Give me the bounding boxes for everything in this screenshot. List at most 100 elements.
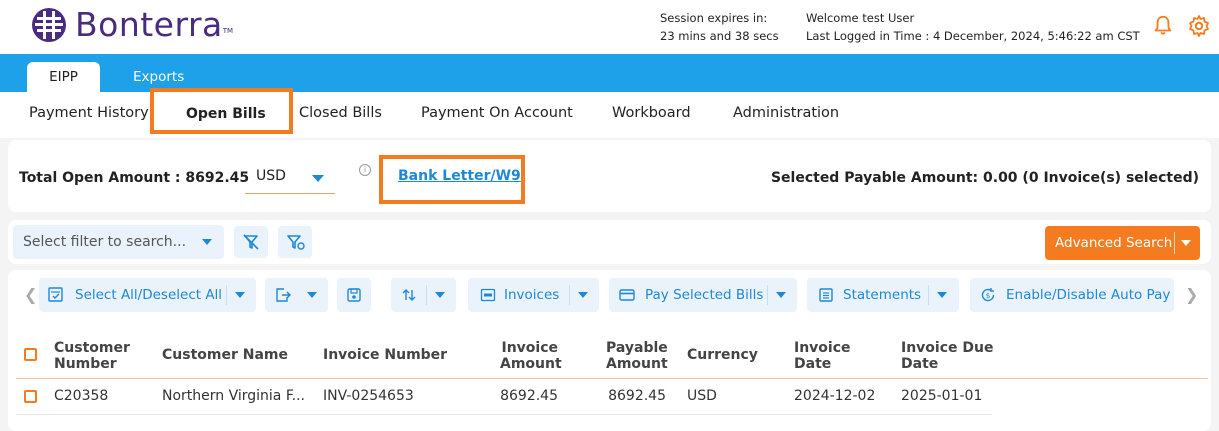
export-icon (276, 288, 291, 302)
row-checkbox[interactable] (24, 390, 37, 403)
chevron-down-icon[interactable] (235, 292, 245, 298)
summary-card: Total Open Amount : 8692.45 USD i Bank L… (8, 140, 1211, 212)
auto-pay-toggle-button[interactable]: $ Enable/Disable Auto Pay (970, 278, 1174, 312)
cell-customer-name: Northern Virginia F... (162, 388, 305, 404)
header-invoice-date-line2: Date (794, 356, 832, 372)
currency-value: USD (256, 168, 286, 184)
header-customer-number[interactable]: Customer Number (54, 340, 130, 372)
statements-button[interactable]: Statements (807, 278, 959, 312)
header-invoice-amount-line1: Invoice (501, 340, 558, 356)
select-all-icon (48, 287, 63, 302)
chevron-down-icon (202, 239, 212, 245)
header-invoice-date[interactable]: Invoice Date (794, 340, 851, 372)
header-invoice-due-date-line1: Invoice Due (901, 340, 994, 356)
select-all-checkbox[interactable] (24, 348, 37, 361)
save-button[interactable] (337, 278, 371, 312)
export-button[interactable] (265, 278, 328, 312)
header-customer-number-line2: Number (54, 356, 117, 372)
header-payable-amount[interactable]: Payable Amount (606, 340, 668, 372)
tab-eipp[interactable]: EIPP (27, 62, 100, 92)
advanced-search-divider (1174, 232, 1175, 254)
filter-options-button[interactable] (278, 226, 312, 258)
brand-trademark: TM (222, 27, 234, 35)
invoices-label: Invoices (504, 287, 560, 303)
header-invoice-number[interactable]: Invoice Number (323, 347, 447, 363)
brand-name: Bonterra (75, 5, 223, 44)
pay-selected-bills-label: Pay Selected Bills (645, 287, 764, 303)
open-bills-highlight (150, 88, 293, 134)
header-invoice-due-date-line2: Date (901, 356, 939, 372)
toolbar-divider (426, 285, 427, 305)
nav-administration[interactable]: Administration (733, 105, 839, 121)
select-all-button[interactable]: Select All/Deselect All (39, 278, 256, 312)
statements-label: Statements (843, 287, 922, 303)
cell-invoice-number[interactable]: INV-0254653 (323, 388, 414, 404)
scroll-right-icon[interactable]: ❯ (1185, 285, 1198, 304)
filter-search-select[interactable]: Select filter to search... (13, 225, 224, 259)
pay-selected-bills-button[interactable]: Pay Selected Bills (609, 278, 797, 312)
header-invoice-amount[interactable]: Invoice Amount (500, 340, 562, 372)
sort-icon (402, 289, 416, 301)
chevron-down-icon[interactable] (307, 292, 317, 298)
advanced-search-button[interactable]: Advanced Search (1045, 226, 1200, 260)
open-bills-grid: ❮ Select All/Deselect All Invoices Pay S… (8, 270, 1211, 431)
svg-text:$: $ (986, 292, 990, 300)
nav-closed-bills[interactable]: Closed Bills (299, 105, 382, 121)
toolbar-divider (226, 285, 227, 305)
cell-invoice-amount: 8692.45 (500, 388, 558, 404)
advanced-search-label: Advanced Search (1055, 235, 1173, 251)
currency-select[interactable]: USD (245, 162, 335, 194)
statement-icon (819, 288, 833, 302)
bonterra-logo-icon (32, 8, 66, 42)
nav-workboard[interactable]: Workboard (612, 105, 691, 121)
header-currency[interactable]: Currency (687, 347, 758, 363)
header-customer-name[interactable]: Customer Name (162, 347, 288, 363)
selected-payable-amount: Selected Payable Amount: 0.00 (0 Invoice… (770, 170, 1199, 186)
header-payable-amount-line1: Payable (606, 340, 668, 356)
sort-button[interactable] (391, 278, 456, 312)
save-icon (347, 288, 361, 302)
pdf-icon (480, 288, 496, 302)
auto-pay-icon: $ (981, 288, 995, 302)
scroll-left-icon[interactable]: ❮ (24, 285, 37, 304)
header-invoice-date-line1: Invoice (794, 340, 851, 356)
row-divider (16, 414, 992, 415)
welcome-text: Welcome test User (806, 11, 915, 25)
cell-invoice-due-date: 2025-01-01 (901, 388, 983, 404)
cell-payable-amount[interactable]: 8692.45 (595, 388, 666, 404)
gear-icon[interactable] (1187, 14, 1211, 38)
total-open-amount: Total Open Amount : 8692.45 (19, 170, 250, 186)
filter-placeholder: Select filter to search... (23, 234, 187, 250)
auto-pay-label: Enable/Disable Auto Pay (1006, 287, 1171, 303)
filter-settings-icon (287, 235, 305, 250)
info-icon[interactable]: i (359, 164, 371, 176)
cell-currency: USD (687, 388, 717, 404)
chevron-down-icon[interactable] (1181, 240, 1191, 246)
bonterra-logo[interactable]: Bonterra TM (30, 6, 233, 44)
header-payable-amount-line2: Amount (606, 356, 668, 372)
chevron-down-icon (312, 175, 324, 182)
cell-customer-number: C20358 (54, 388, 109, 404)
chevron-down-icon[interactable] (937, 292, 947, 298)
cell-invoice-date: 2024-12-02 (794, 388, 876, 404)
chevron-down-icon[interactable] (435, 292, 445, 298)
nav-payment-history[interactable]: Payment History (29, 105, 149, 121)
credit-card-icon (619, 289, 635, 301)
invoices-button[interactable]: Invoices (468, 278, 599, 312)
chevron-down-icon[interactable] (578, 292, 588, 298)
module-tab-bar: EIPP Exports (0, 54, 1219, 92)
session-countdown: 23 mins and 38 secs (660, 29, 779, 43)
header-customer-number-line1: Customer (54, 340, 130, 356)
select-all-label: Select All/Deselect All (75, 287, 223, 303)
header-invoice-amount-line2: Amount (500, 356, 562, 372)
bell-icon[interactable] (1152, 14, 1174, 36)
filter-bar: Select filter to search... Advanced Sear… (8, 220, 1211, 264)
header-invoice-due-date[interactable]: Invoice Due Date (901, 340, 993, 372)
bank-letter-highlight (379, 155, 525, 204)
nav-payment-on-account[interactable]: Payment On Account (421, 105, 573, 121)
chevron-down-icon[interactable] (776, 292, 786, 298)
filter-clear-icon (243, 234, 259, 250)
toolbar-divider (767, 285, 768, 305)
session-info: Session expires in: 23 mins and 38 secs (660, 9, 779, 45)
clear-filter-button[interactable] (234, 226, 268, 258)
